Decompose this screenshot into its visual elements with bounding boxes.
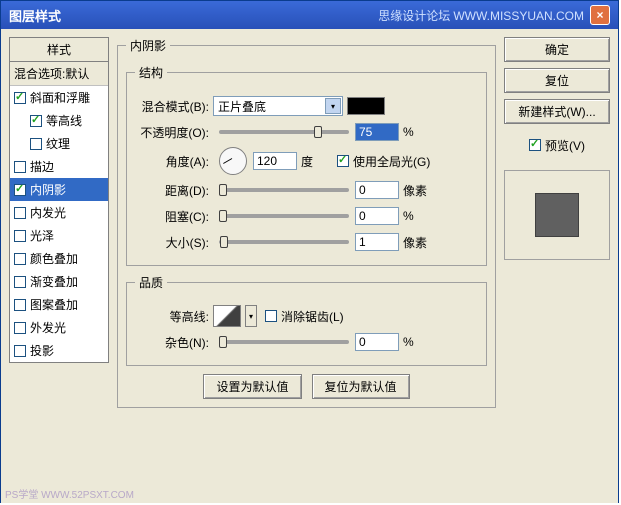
- style-label: 内发光: [30, 204, 66, 221]
- antialias-label: 消除锯齿(L): [281, 308, 344, 325]
- size-slider[interactable]: [219, 240, 349, 244]
- distance-label: 距离(D):: [135, 182, 213, 199]
- style-row-4[interactable]: 内阴影: [10, 178, 108, 201]
- global-light-checkbox[interactable]: [337, 155, 349, 167]
- style-label: 投影: [30, 342, 54, 359]
- style-row-0[interactable]: 斜面和浮雕: [10, 86, 108, 109]
- blend-options-row[interactable]: 混合选项:默认: [10, 62, 108, 86]
- forum-watermark: 思缘设计论坛 WWW.MISSYUAN.COM: [378, 7, 584, 24]
- style-row-5[interactable]: 内发光: [10, 201, 108, 224]
- style-row-11[interactable]: 投影: [10, 339, 108, 362]
- style-checkbox[interactable]: [14, 207, 26, 219]
- style-row-2[interactable]: 纹理: [10, 132, 108, 155]
- style-row-6[interactable]: 光泽: [10, 224, 108, 247]
- angle-dial[interactable]: [219, 147, 247, 175]
- size-unit: 像素: [403, 234, 431, 251]
- noise-input[interactable]: 0: [355, 333, 399, 351]
- structure-fieldset: 结构 混合模式(B): 正片叠底 ▾ 不透明度(O): 75 %: [126, 64, 487, 266]
- structure-legend: 结构: [135, 64, 167, 81]
- blend-mode-select[interactable]: 正片叠底 ▾: [213, 96, 343, 116]
- style-row-1[interactable]: 等高线: [10, 109, 108, 132]
- contour-picker[interactable]: [213, 305, 241, 327]
- style-checkbox[interactable]: [14, 161, 26, 173]
- ok-button[interactable]: 确定: [504, 37, 610, 62]
- close-button[interactable]: ×: [590, 5, 610, 25]
- opacity-label: 不透明度(O):: [135, 124, 213, 141]
- style-row-7[interactable]: 颜色叠加: [10, 247, 108, 270]
- choke-unit: %: [403, 209, 431, 223]
- window-title: 图层样式: [9, 6, 378, 25]
- choke-slider[interactable]: [219, 214, 349, 218]
- make-default-button[interactable]: 设置为默认值: [203, 374, 301, 399]
- angle-unit: 度: [301, 153, 329, 170]
- noise-unit: %: [403, 335, 431, 349]
- size-input[interactable]: 1: [355, 233, 399, 251]
- style-checkbox[interactable]: [14, 322, 26, 334]
- style-label: 颜色叠加: [30, 250, 78, 267]
- styles-panel: 样式 混合选项:默认斜面和浮雕等高线纹理描边内阴影内发光光泽颜色叠加渐变叠加图案…: [9, 37, 109, 495]
- angle-label: 角度(A):: [135, 153, 213, 170]
- style-checkbox[interactable]: [14, 253, 26, 265]
- distance-slider[interactable]: [219, 188, 349, 192]
- style-checkbox[interactable]: [14, 345, 26, 357]
- style-checkbox[interactable]: [14, 230, 26, 242]
- noise-label: 杂色(N):: [135, 334, 213, 351]
- effect-title: 内阴影: [126, 37, 170, 54]
- style-label: 斜面和浮雕: [30, 89, 90, 106]
- style-label: 等高线: [46, 112, 82, 129]
- preview-swatch: [535, 193, 579, 237]
- preview-checkbox[interactable]: [529, 139, 541, 151]
- style-label: 描边: [30, 158, 54, 175]
- style-checkbox[interactable]: [14, 299, 26, 311]
- style-row-8[interactable]: 渐变叠加: [10, 270, 108, 293]
- style-label: 内阴影: [30, 181, 66, 198]
- quality-fieldset: 品质 等高线: ▾ 消除锯齿(L) 杂色(N): 0 %: [126, 274, 487, 366]
- style-label: 外发光: [30, 319, 66, 336]
- contour-label: 等高线:: [135, 308, 213, 325]
- style-label: 纹理: [46, 135, 70, 152]
- distance-unit: 像素: [403, 182, 431, 199]
- noise-slider[interactable]: [219, 340, 349, 344]
- style-checkbox[interactable]: [14, 92, 26, 104]
- antialias-checkbox[interactable]: [265, 310, 277, 322]
- style-checkbox[interactable]: [14, 184, 26, 196]
- titlebar[interactable]: 图层样式 思缘设计论坛 WWW.MISSYUAN.COM ×: [1, 1, 618, 29]
- choke-label: 阻塞(C):: [135, 208, 213, 225]
- style-label: 图案叠加: [30, 296, 78, 313]
- global-light-label: 使用全局光(G): [353, 153, 430, 170]
- preview-label: 预览(V): [545, 137, 585, 154]
- styles-header[interactable]: 样式: [9, 37, 109, 61]
- new-style-button[interactable]: 新建样式(W)...: [504, 99, 610, 124]
- style-checkbox[interactable]: [30, 115, 42, 127]
- preview-area: [504, 170, 610, 260]
- style-label: 渐变叠加: [30, 273, 78, 290]
- style-row-10[interactable]: 外发光: [10, 316, 108, 339]
- style-label: 光泽: [30, 227, 54, 244]
- cancel-button[interactable]: 复位: [504, 68, 610, 93]
- contour-dropdown[interactable]: ▾: [245, 305, 257, 327]
- opacity-slider[interactable]: [219, 130, 349, 134]
- style-checkbox[interactable]: [30, 138, 42, 150]
- quality-legend: 品质: [135, 274, 167, 291]
- blend-mode-label: 混合模式(B):: [135, 98, 213, 115]
- shadow-color-swatch[interactable]: [347, 97, 385, 115]
- right-panel: 确定 复位 新建样式(W)... 预览(V): [504, 37, 610, 495]
- style-row-9[interactable]: 图案叠加: [10, 293, 108, 316]
- size-label: 大小(S):: [135, 234, 213, 251]
- distance-input[interactable]: 0: [355, 181, 399, 199]
- watermark: PS学堂 WWW.52PSXT.COM: [1, 484, 138, 503]
- style-checkbox[interactable]: [14, 276, 26, 288]
- layer-style-dialog: 图层样式 思缘设计论坛 WWW.MISSYUAN.COM × 样式 混合选项:默…: [0, 0, 619, 503]
- angle-input[interactable]: 120: [253, 152, 297, 170]
- effect-fieldset: 内阴影 结构 混合模式(B): 正片叠底 ▾ 不透明度(O):: [117, 37, 496, 408]
- reset-default-button[interactable]: 复位为默认值: [312, 374, 410, 399]
- chevron-down-icon: ▾: [325, 98, 341, 114]
- style-row-3[interactable]: 描边: [10, 155, 108, 178]
- choke-input[interactable]: 0: [355, 207, 399, 225]
- settings-panel: 内阴影 结构 混合模式(B): 正片叠底 ▾ 不透明度(O):: [117, 37, 496, 495]
- opacity-input[interactable]: 75: [355, 123, 399, 141]
- opacity-unit: %: [403, 125, 431, 139]
